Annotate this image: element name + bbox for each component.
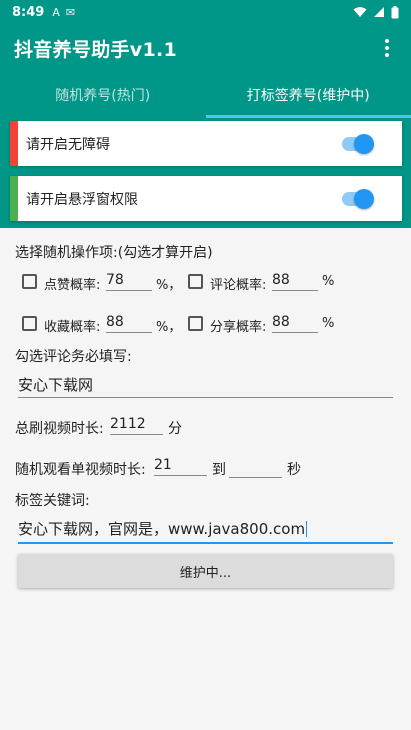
status-icons: [353, 5, 399, 19]
keywords-label: 标签关键词:: [15, 493, 90, 509]
status-bar: 8:49 A ✉: [0, 0, 411, 24]
watch-min-input[interactable]: 21: [154, 457, 207, 476]
tab-random-feed[interactable]: 随机养号(热门): [0, 72, 206, 118]
comment-text-label: 勾选评论务必填写:: [15, 349, 132, 365]
watch-duration-unit: 秒: [287, 462, 301, 478]
keywords-value: 安心下载网，官网是，www.java800.com: [18, 520, 306, 538]
app-title: 抖音养号助手v1.1: [14, 38, 178, 61]
accessibility-toggle[interactable]: [342, 133, 374, 154]
comment-checkbox[interactable]: [188, 274, 203, 289]
tab-tag-feed[interactable]: 打标签养号(维护中): [206, 72, 411, 118]
share-suffix: %: [322, 316, 335, 331]
share-label: 分享概率:: [210, 320, 267, 335]
like-label: 点赞概率:: [44, 278, 101, 293]
tab-label: 打标签养号(维护中): [246, 88, 370, 104]
favorite-label: 收藏概率:: [44, 320, 101, 335]
maintenance-button[interactable]: 维护中...: [18, 554, 393, 588]
card-label: 请开启无障碍: [26, 136, 110, 153]
like-probability-input[interactable]: 78: [106, 272, 152, 291]
notification-a-icon: A: [52, 5, 60, 19]
comment-label: 评论概率:: [210, 278, 267, 293]
favorite-probability-input[interactable]: 88: [106, 314, 152, 333]
like-checkbox[interactable]: [22, 274, 37, 289]
watch-duration-label: 随机观看单视频时长:: [15, 462, 146, 478]
total-duration-unit: 分: [168, 421, 182, 437]
status-time: 8:49: [12, 4, 45, 20]
app-bar: 抖音养号助手v1.1: [0, 24, 411, 72]
tab-label: 随机养号(热门): [55, 88, 151, 104]
total-duration-input[interactable]: 2112: [110, 416, 163, 435]
watch-to-label: 到: [212, 462, 226, 478]
toggle-thumb: [354, 188, 374, 209]
overlay-permission-card[interactable]: 请开启悬浮窗权限: [10, 176, 402, 221]
keywords-input[interactable]: 安心下载网，官网是，www.java800.com: [18, 518, 393, 544]
card-label: 请开启悬浮窗权限: [26, 191, 138, 208]
toggle-thumb: [354, 133, 374, 154]
header-region: 8:49 A ✉ 抖音养号助手v1.1 随机养号(热门) 打标签养号(维护中) …: [0, 0, 411, 228]
share-checkbox[interactable]: [188, 316, 203, 331]
comment-text-input[interactable]: 安心下载网: [18, 374, 393, 398]
share-probability-input[interactable]: 88: [272, 314, 318, 333]
comment-suffix: %: [322, 274, 335, 289]
watch-max-input[interactable]: [229, 457, 282, 478]
card-accent-bar: [10, 176, 18, 221]
text-cursor: [306, 521, 308, 537]
total-duration-label: 总刷视频时长:: [15, 421, 104, 437]
card-accent-bar: [10, 121, 18, 166]
favorite-suffix: %，: [156, 320, 182, 335]
tab-bar: 随机养号(热门) 打标签养号(维护中): [0, 72, 411, 118]
battery-icon: [391, 5, 399, 18]
favorite-checkbox[interactable]: [22, 316, 37, 331]
overlay-toggle[interactable]: [342, 188, 374, 209]
accessibility-permission-card[interactable]: 请开启无障碍: [10, 121, 402, 166]
more-options-icon[interactable]: [377, 36, 397, 60]
wifi-icon: [353, 7, 367, 17]
section-title: 选择随机操作项:(勾选才算开启): [15, 245, 213, 261]
like-suffix: %，: [156, 278, 182, 293]
notification-mail-icon: ✉: [65, 5, 76, 19]
signal-icon: [374, 7, 384, 17]
comment-probability-input[interactable]: 88: [272, 272, 318, 291]
